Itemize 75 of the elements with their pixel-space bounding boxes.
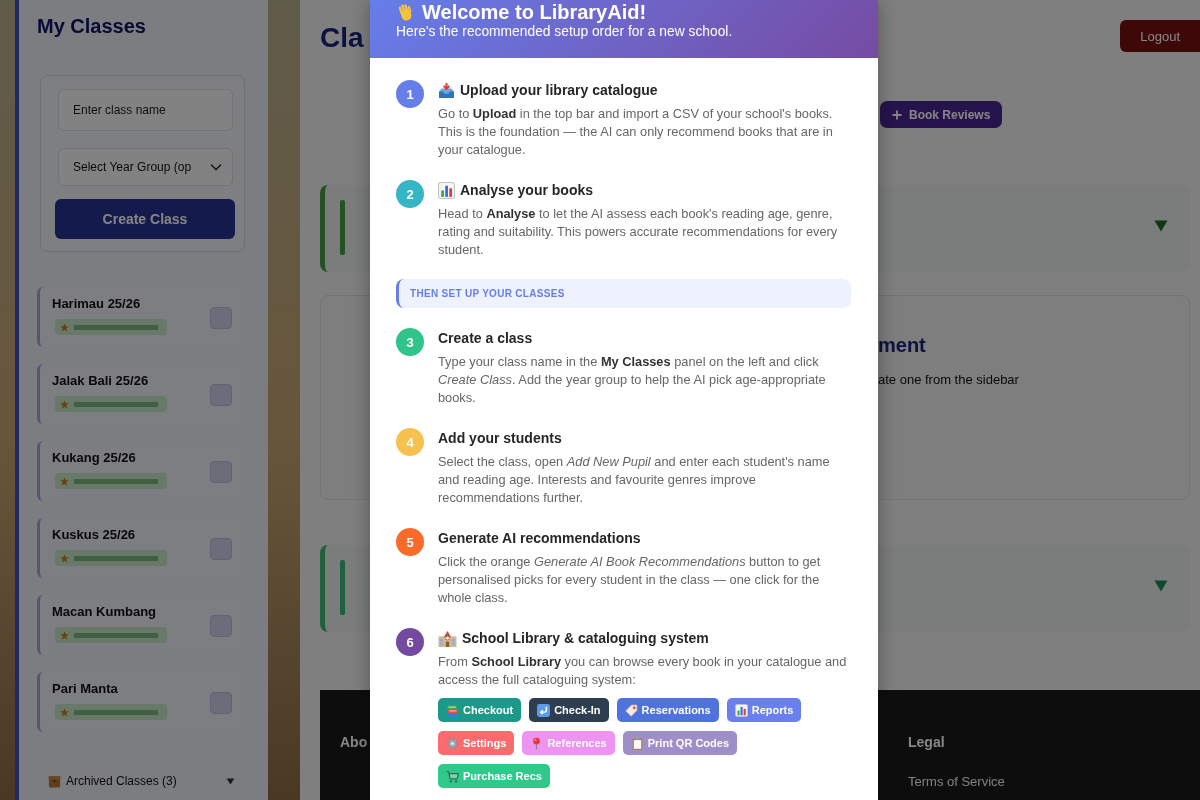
dialog-title: Welcome to LibraryAid! bbox=[422, 0, 647, 24]
class-action-button[interactable] bbox=[210, 384, 232, 406]
class-action-button[interactable] bbox=[210, 461, 232, 483]
panel-text: ate one from the sidebar bbox=[878, 371, 1020, 389]
section-heading: THEN SET UP YOUR CLASSES bbox=[396, 279, 851, 308]
step-title: Add your students bbox=[438, 429, 562, 448]
footer-heading: Legal bbox=[908, 733, 946, 752]
feature-button[interactable]: Reports bbox=[726, 698, 802, 722]
book-stack-icon bbox=[446, 703, 459, 717]
step-number: 3 bbox=[396, 328, 424, 356]
star-icon bbox=[60, 553, 69, 563]
dialog-subtitle: Here's the recommended setup order for a new school. bbox=[396, 24, 734, 40]
class-name: Jalak Bali 25/26 bbox=[52, 372, 149, 390]
step-title: Generate AI recommendations bbox=[438, 529, 641, 548]
bar-chart-icon bbox=[734, 703, 748, 717]
class-name-field[interactable]: Enter class name bbox=[58, 89, 233, 131]
class-action-button[interactable] bbox=[210, 615, 232, 637]
step-description: Go to Upload in the top bar and import a CSV of your school's books. This is the foundation — the AI can only recommend books that are in your catalogue. bbox=[438, 105, 834, 159]
step-description: From School Library you can browse every book in your catalogue and access the full cataloguing system: bbox=[438, 653, 848, 689]
class-name: Kukang 25/26 bbox=[52, 449, 136, 467]
step-number: 1 bbox=[396, 80, 424, 108]
accent-bar bbox=[340, 200, 345, 255]
year-group-select[interactable]: Select Year Group (op bbox=[58, 148, 233, 186]
archived-classes-label: Archived Classes (3) bbox=[66, 774, 178, 788]
triangle-down-icon bbox=[1154, 580, 1168, 592]
step-description: Type your class name in the My Classes panel on the left and click Create Class. Add the year group to help the AI pick age-appropriate books. bbox=[438, 353, 827, 407]
class-name: Harimau 25/26 bbox=[52, 295, 141, 313]
step-number: 6 bbox=[396, 628, 424, 656]
class-name: Macan Kumbang bbox=[52, 603, 156, 621]
star-icon bbox=[60, 630, 69, 640]
page-heading: Cla bbox=[320, 22, 365, 54]
step-number: 4 bbox=[396, 428, 424, 456]
triangle-down-icon bbox=[1154, 220, 1168, 232]
step-title: Create a class bbox=[438, 329, 533, 348]
step-description: Select the class, open Add New Pupil and enter each student's name and reading age. Interests and favourite genres improve recommendations further. bbox=[438, 453, 831, 507]
feature-button[interactable]: Check-In bbox=[529, 698, 609, 722]
logout-button[interactable]: Logout bbox=[1120, 20, 1200, 52]
step-description: Click the orange Generate AI Book Recommendations button to get personalised picks for every student in the class — one click for the whole class. bbox=[438, 553, 822, 607]
school-building-icon bbox=[438, 629, 457, 647]
step-description: Head to Analyse to let the AI assess each book's reading age, genre, rating and suitability. This powers accurate recommendations for every student. bbox=[438, 205, 839, 259]
class-action-button[interactable] bbox=[210, 538, 232, 560]
step-number: 2 bbox=[396, 180, 424, 208]
step-title: Analyse your books bbox=[460, 181, 594, 200]
star-icon bbox=[60, 399, 69, 409]
clipboard-icon bbox=[630, 736, 644, 750]
feature-button[interactable]: Print QR Codes bbox=[622, 731, 738, 755]
plus-icon bbox=[892, 109, 902, 120]
book-reviews-button[interactable]: Book Reviews bbox=[880, 101, 1003, 128]
class-name: Kuskus 25/26 bbox=[52, 526, 136, 544]
step-number: 5 bbox=[396, 528, 424, 556]
class-name: Pari Manta bbox=[52, 680, 118, 698]
create-class-button[interactable]: Create Class bbox=[55, 199, 235, 239]
cart-icon bbox=[446, 769, 459, 783]
accent-bar bbox=[340, 560, 345, 615]
class-action-button[interactable] bbox=[210, 692, 232, 714]
step-title: School Library & cataloguing system bbox=[462, 629, 709, 648]
inbox-tray-icon bbox=[438, 81, 455, 99]
archived-classes-toggle[interactable]: Archived Classes (3) bbox=[37, 770, 245, 792]
footer-heading: Abo bbox=[340, 733, 369, 752]
bar-chart-icon bbox=[438, 181, 455, 199]
star-icon bbox=[60, 707, 69, 717]
feature-button[interactable]: Settings bbox=[438, 731, 515, 755]
footer-link[interactable]: Terms of Service bbox=[908, 773, 1200, 791]
sidebar-title: My Classes bbox=[37, 14, 147, 38]
star-icon bbox=[60, 476, 69, 486]
tag-icon bbox=[624, 703, 638, 717]
chevron-down-icon bbox=[210, 163, 222, 171]
box-icon bbox=[48, 774, 61, 788]
feature-button[interactable]: Reservations bbox=[616, 698, 719, 722]
step-title: Upload your library catalogue bbox=[460, 81, 658, 100]
feature-button[interactable]: Checkout bbox=[438, 698, 522, 722]
panel-heading: ment bbox=[878, 333, 927, 357]
star-icon bbox=[60, 322, 69, 332]
settings-icon bbox=[446, 736, 459, 750]
class-action-button[interactable] bbox=[210, 307, 232, 329]
